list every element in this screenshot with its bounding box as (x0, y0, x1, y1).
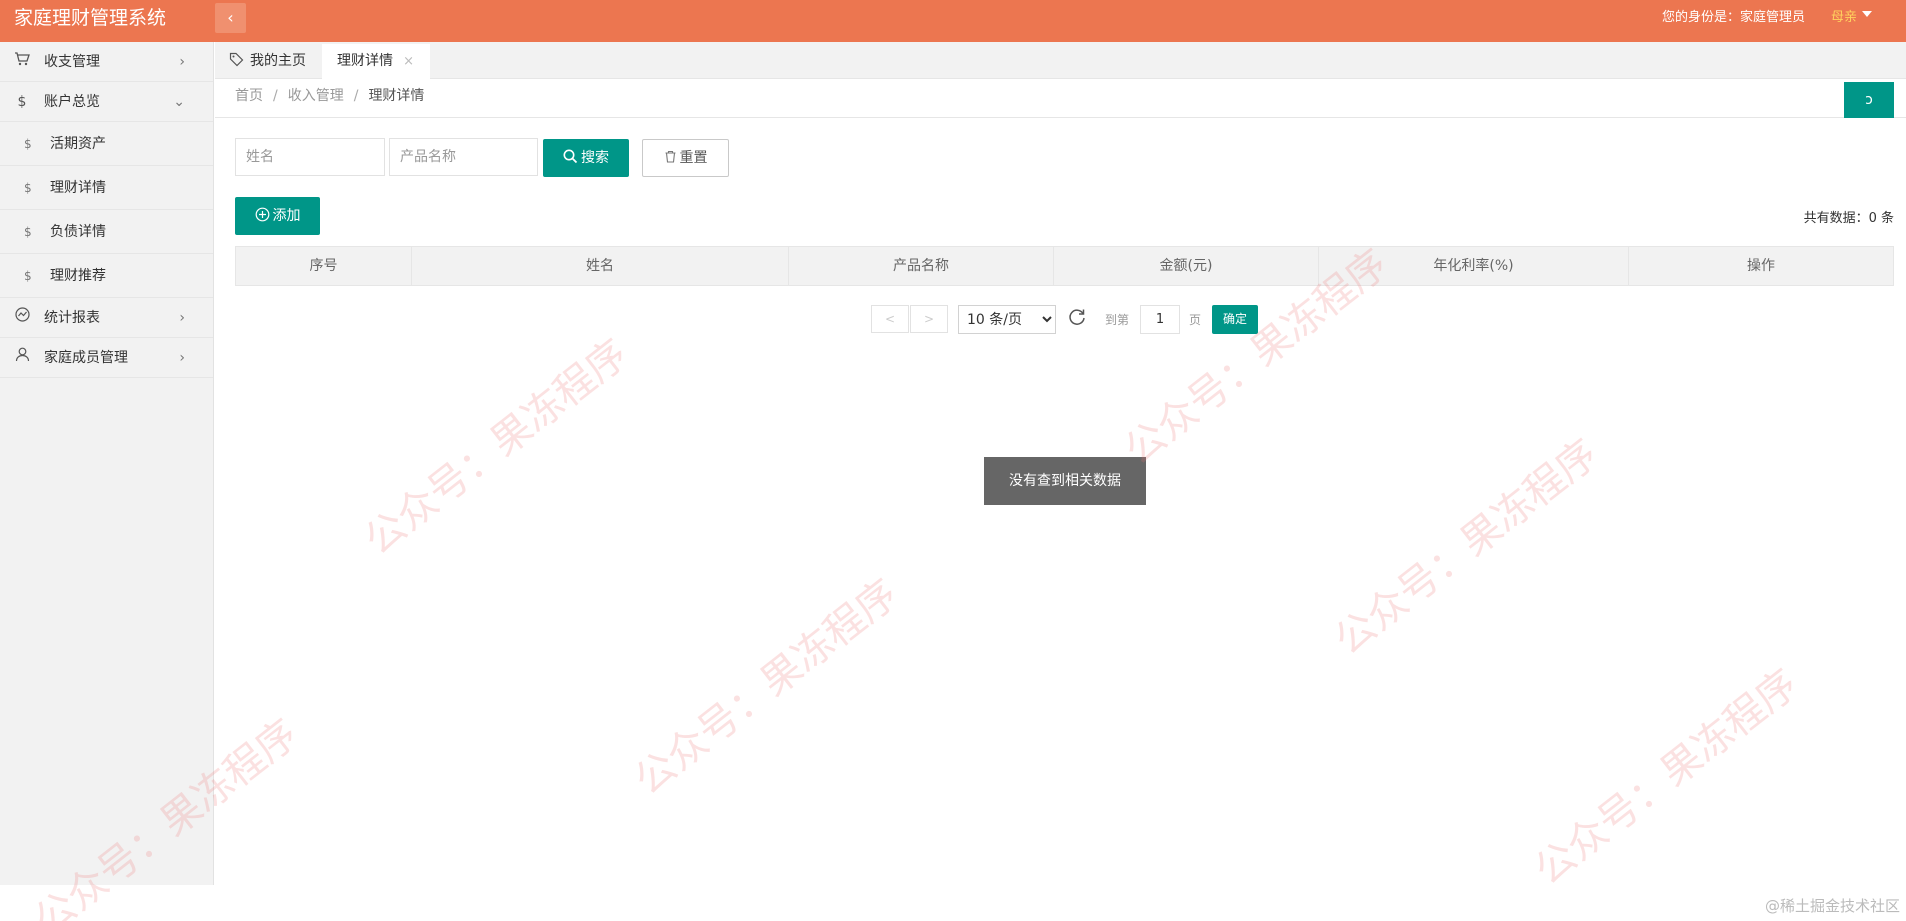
refresh-icon (1069, 309, 1085, 325)
dollar-icon: $ (17, 94, 27, 110)
pagination-next-button[interactable]: > (910, 305, 948, 333)
sidebar-item-income-expense[interactable]: 收支管理 › (0, 42, 213, 82)
sidebar-item-finance-recommend[interactable]: $ 理财推荐 (0, 254, 213, 298)
user-icon (12, 338, 32, 378)
identity-text: 您的身份是：家庭管理员 (1661, 10, 1805, 25)
refresh-icon: ↄ (1865, 92, 1873, 108)
table-header: 序号 姓名 产品名称 金额(元) 年化利率(%) 操作 (235, 246, 1894, 286)
add-button[interactable]: 添加 (235, 197, 320, 235)
dollar-icon: $ (24, 269, 32, 283)
breadcrumb-bar: 首页 / 收入管理 / 理财详情 ↄ (215, 79, 1906, 118)
sidebar-item-statistics[interactable]: 统计报表 › (0, 298, 213, 338)
dollar-icon: $ (24, 137, 32, 151)
breadcrumb-income[interactable]: 收入管理 (288, 88, 344, 104)
total-count: 共有数据：0 条 (1803, 211, 1894, 226)
empty-data-toast: 没有查到相关数据 (984, 457, 1146, 505)
sidebar-item-account-overview[interactable]: $ 账户总览 ⌄ (0, 82, 213, 122)
column-header: 序号 (236, 247, 412, 285)
sidebar-item-label: 负债详情 (50, 224, 106, 240)
sidebar-item-label: 账户总览 (44, 94, 100, 110)
pagination-refresh-button[interactable] (1066, 307, 1088, 329)
user-menu[interactable]: 母亲 (1831, 0, 1872, 36)
caret-down-icon (1862, 10, 1872, 17)
sidebar-item-finance-details[interactable]: $ 理财详情 (0, 166, 213, 210)
chart-icon (12, 298, 32, 338)
chevron-right-icon: › (179, 350, 185, 366)
column-header: 金额(元) (1054, 247, 1319, 285)
tab-label: 我的主页 (250, 53, 306, 69)
breadcrumb-separator: / (273, 88, 278, 104)
top-header: 家庭理财管理系统 ‹ 您的身份是：家庭管理员 母亲 (0, 0, 1906, 42)
search-button[interactable]: 搜索 (543, 139, 629, 177)
page-size-select[interactable]: 10 条/页 (958, 305, 1056, 334)
sidebar: 收支管理 › $ 账户总览 ⌄ $ 活期资产 $ 理财详情 $ 负债详情 $ 理… (0, 42, 214, 885)
user-name: 母亲 (1830, 10, 1857, 25)
dollar-icon: $ (24, 181, 32, 195)
dollar-icon: $ (24, 225, 32, 239)
column-header: 操作 (1747, 258, 1775, 274)
chevron-left-icon: ‹ (227, 8, 234, 27)
tab-home[interactable]: 我的主页 (229, 44, 306, 79)
watermark-text: 公众号：果冻程序 (1326, 430, 1607, 665)
page-suffix-label: 页 (1189, 313, 1202, 327)
breadcrumb-current: 理财详情 (368, 88, 425, 104)
tab-bar: 我的主页 理财详情 × (215, 42, 1906, 79)
chevron-right-icon: › (179, 54, 185, 70)
close-icon[interactable]: × (403, 44, 414, 79)
plus-circle-icon (255, 207, 269, 221)
sidebar-item-label: 家庭成员管理 (44, 350, 128, 366)
tag-icon (229, 52, 244, 66)
page-number-input[interactable] (1140, 305, 1180, 334)
sidebar-item-label: 收支管理 (44, 54, 100, 70)
watermark-text: 公众号：果冻程序 (626, 570, 907, 805)
reset-button[interactable]: 重置 (642, 139, 729, 177)
sidebar-item-label: 活期资产 (50, 136, 106, 152)
sidebar-item-family-members[interactable]: 家庭成员管理 › (0, 338, 213, 378)
sidebar-item-label: 理财详情 (50, 180, 106, 196)
chevron-down-icon: ⌄ (173, 94, 185, 110)
breadcrumb-home[interactable]: 首页 (235, 88, 263, 104)
reset-button-label: 重置 (679, 150, 708, 166)
breadcrumb-separator: / (353, 88, 359, 104)
watermark-text: 公众号：果冻程序 (356, 330, 637, 565)
app-title: 家庭理财管理系统 (14, 7, 167, 29)
cart-icon (12, 42, 32, 82)
sidebar-item-current-assets[interactable]: $ 活期资产 (0, 122, 213, 166)
column-header: 年化利率(%) (1319, 247, 1629, 285)
tab-label: 理财详情 (337, 53, 393, 69)
search-icon (563, 149, 578, 163)
sidebar-collapse-button[interactable]: ‹ (215, 3, 246, 33)
trash-icon (665, 150, 675, 163)
goto-confirm-button[interactable]: 确定 (1212, 305, 1258, 334)
breadcrumb: 首页 / 收入管理 / 理财详情 (235, 79, 424, 114)
sidebar-item-label: 理财推荐 (50, 268, 106, 284)
column-header: 姓名 (412, 247, 789, 285)
search-button-label: 搜索 (581, 150, 609, 166)
tab-finance-details[interactable]: 理财详情 × (322, 44, 430, 79)
goto-label: 到第 (1105, 313, 1130, 327)
page-refresh-button[interactable]: ↄ (1844, 82, 1894, 118)
chevron-right-icon: › (179, 310, 185, 326)
column-header: 产品名称 (789, 247, 1054, 285)
sidebar-item-debt-details[interactable]: $ 负债详情 (0, 210, 213, 254)
name-search-input[interactable] (235, 138, 385, 176)
footer-watermark: @稀土掘金技术社区 (1764, 897, 1900, 915)
product-search-input[interactable] (389, 138, 538, 176)
add-button-label: 添加 (272, 208, 301, 224)
pagination-prev-button[interactable]: < (871, 305, 909, 333)
sidebar-item-label: 统计报表 (44, 310, 100, 326)
watermark-text: 公众号：果冻程序 (1526, 660, 1807, 895)
